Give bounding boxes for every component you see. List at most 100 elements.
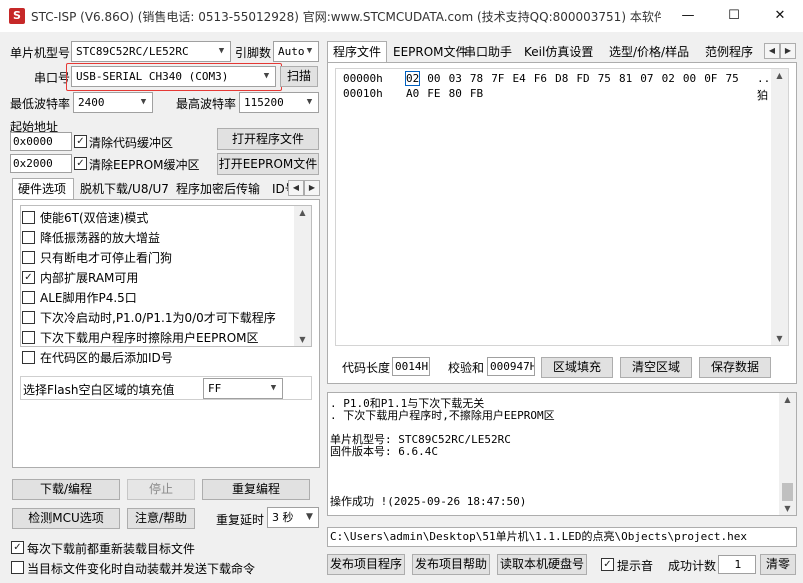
flash-fill-value: FF: [208, 382, 222, 395]
clear-region-button[interactable]: 清空区域: [620, 357, 692, 378]
hex-byte[interactable]: 7F: [491, 72, 504, 85]
options-scrollbar[interactable]: ▲ ▼: [294, 206, 311, 346]
com-port-select[interactable]: USB-SERIAL CH340 (COM3) ▼: [71, 66, 276, 87]
minimize-button[interactable]: —: [665, 0, 711, 32]
file-path: C:\Users\admin\Desktop\51单片机\1.1.LED的点亮\…: [327, 527, 797, 547]
hex-byte[interactable]: 0F: [704, 72, 717, 85]
com-port-label: 串口号: [34, 71, 71, 85]
tab-scroll-left-icon[interactable]: ◀: [288, 180, 304, 196]
tab-selection-price[interactable]: 选型/价格/样品: [603, 41, 699, 63]
scroll-down-icon[interactable]: ▼: [779, 504, 796, 513]
tab-scroll-left-icon[interactable]: ◀: [764, 43, 780, 59]
option-label: 下次下载用户程序时擦除用户EEPROM区: [40, 331, 259, 345]
open-program-button[interactable]: 打开程序文件: [217, 128, 319, 150]
option-checkbox[interactable]: [22, 251, 35, 264]
close-button[interactable]: ✕: [757, 0, 803, 32]
detect-mcu-button[interactable]: 检测MCU选项: [12, 508, 120, 529]
maximize-button[interactable]: ☐: [711, 0, 757, 32]
option-checkbox[interactable]: [22, 291, 35, 304]
max-baud-select[interactable]: 115200 ▼: [239, 92, 319, 113]
hex-byte[interactable]: 03: [449, 72, 462, 85]
hex-byte[interactable]: 81: [619, 72, 632, 85]
download-button[interactable]: 下载/编程: [12, 479, 120, 500]
option-checkbox[interactable]: [22, 231, 35, 244]
option-checkbox[interactable]: [22, 331, 35, 344]
hex-byte[interactable]: E4: [513, 72, 526, 85]
auto-load-label: 当目标文件变化时自动装载并发送下载命令: [27, 562, 256, 576]
hex-address: 00000h: [343, 72, 383, 85]
option-label: 使能6T(双倍速)模式: [40, 211, 149, 225]
hex-byte[interactable]: FB: [470, 87, 483, 100]
clear-code-checkbox[interactable]: ✓: [74, 135, 87, 148]
start-addr-input[interactable]: 0x0000: [10, 132, 72, 151]
clear-code-label: 清除代码缓冲区: [89, 136, 174, 150]
mcu-model-label: 单片机型号: [10, 46, 71, 60]
hex-byte[interactable]: D8: [555, 72, 568, 85]
hex-byte[interactable]: FD: [576, 72, 589, 85]
hex-byte[interactable]: F6: [534, 72, 547, 85]
tab-encrypted-transfer[interactable]: 程序加密后传输: [170, 178, 266, 200]
tab-scroll-right-icon[interactable]: ▶: [780, 43, 796, 59]
scroll-down-icon[interactable]: ▼: [771, 334, 788, 343]
chevron-down-icon: ▼: [306, 512, 313, 522]
save-data-button[interactable]: 保存数据: [699, 357, 771, 378]
hex-byte[interactable]: 02: [662, 72, 675, 85]
mcu-model-select[interactable]: STC89C52RC/LE52RC ▼: [71, 41, 231, 62]
option-label: 降低振荡器的放大增益: [40, 231, 161, 245]
pin-count-select[interactable]: Auto ▼: [273, 41, 319, 62]
tab-scroll-right-icon[interactable]: ▶: [304, 180, 320, 196]
option-checkbox[interactable]: [22, 211, 35, 224]
log-scrollbar[interactable]: ▲ ▼: [779, 393, 796, 515]
tab-keil-settings[interactable]: Keil仿真设置: [518, 41, 603, 63]
hex-view[interactable]: ▲ ▼: [335, 68, 789, 346]
scan-button[interactable]: 扫描: [280, 66, 318, 87]
log-line: 固件版本号: 6.6.4C: [330, 445, 438, 458]
hex-byte[interactable]: 75: [598, 72, 611, 85]
clear-count-button[interactable]: 清零: [760, 554, 796, 575]
tab-examples[interactable]: 范例程序: [699, 41, 761, 63]
reload-checkbox[interactable]: ✓: [11, 541, 24, 554]
hex-byte[interactable]: 02: [404, 71, 421, 86]
read-disk-button[interactable]: 读取本机硬盘号: [497, 554, 587, 575]
eeprom-addr-input[interactable]: 0x2000: [10, 154, 72, 173]
tab-hardware-options[interactable]: 硬件选项: [12, 178, 74, 200]
publish-program-button[interactable]: 发布项目程序: [327, 554, 405, 575]
option-checkbox[interactable]: ✓: [22, 271, 35, 284]
main-tab-bar: 程序文件 EEPROM文件 串口助手 Keil仿真设置 选型/价格/样品 范例程…: [327, 41, 767, 63]
scroll-up-icon[interactable]: ▲: [294, 208, 311, 217]
option-checkbox[interactable]: [22, 351, 35, 364]
scroll-down-icon[interactable]: ▼: [294, 335, 311, 344]
flash-fill-select[interactable]: FF ▼: [203, 378, 283, 399]
sound-checkbox[interactable]: ✓: [601, 558, 614, 571]
clear-eeprom-checkbox[interactable]: ✓: [74, 157, 87, 170]
hex-byte[interactable]: 00: [427, 72, 440, 85]
option-checkbox[interactable]: [22, 311, 35, 324]
publish-help-button[interactable]: 发布项目帮助: [412, 554, 490, 575]
help-button[interactable]: 注意/帮助: [127, 508, 195, 529]
hex-byte[interactable]: FE: [427, 87, 440, 100]
hex-byte[interactable]: 80: [449, 87, 462, 100]
stop-button[interactable]: 停止: [127, 479, 195, 500]
tab-serial-assistant[interactable]: 串口助手: [458, 41, 518, 63]
scroll-up-icon[interactable]: ▲: [779, 395, 796, 404]
hex-byte[interactable]: 75: [726, 72, 739, 85]
hex-byte[interactable]: 07: [640, 72, 653, 85]
scroll-up-icon[interactable]: ▲: [771, 71, 788, 80]
repeat-delay-select[interactable]: 3 秒 ▼: [267, 507, 319, 528]
auto-load-checkbox[interactable]: [11, 561, 24, 574]
reprogram-button[interactable]: 重复编程: [202, 479, 310, 500]
hex-byte[interactable]: 00: [683, 72, 696, 85]
chevron-down-icon: ▼: [270, 383, 277, 393]
hex-scrollbar[interactable]: ▲ ▼: [771, 69, 788, 345]
tab-program-file[interactable]: 程序文件: [327, 41, 387, 63]
tab-offline-download[interactable]: 脱机下载/U8/U7: [74, 178, 170, 200]
option-label: 只有断电才可停止看门狗: [40, 251, 173, 265]
min-baud-label: 最低波特率: [10, 97, 71, 111]
open-eeprom-button[interactable]: 打开EEPROM文件: [217, 153, 319, 175]
tab-eeprom-file[interactable]: EEPROM文件: [387, 41, 468, 63]
scroll-thumb[interactable]: [782, 483, 793, 501]
min-baud-select[interactable]: 2400 ▼: [73, 92, 153, 113]
hex-byte[interactable]: 78: [470, 72, 483, 85]
fill-region-button[interactable]: 区域填充: [541, 357, 613, 378]
hex-byte[interactable]: A0: [406, 87, 419, 100]
